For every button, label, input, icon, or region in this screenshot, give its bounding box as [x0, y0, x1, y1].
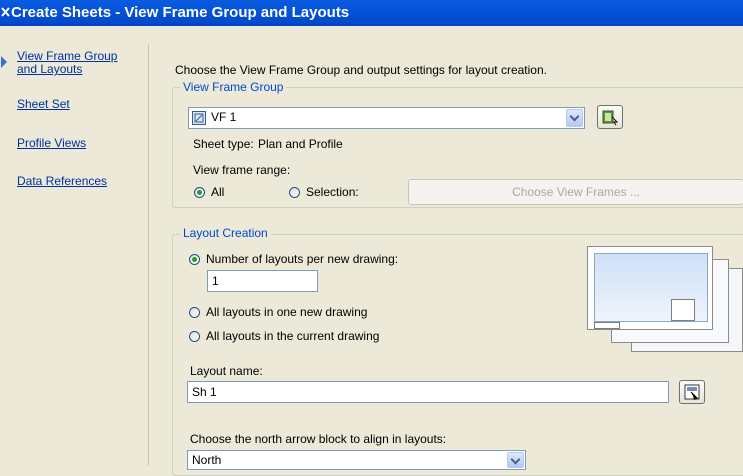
radio-range-all[interactable] [194, 187, 205, 198]
view-frame-icon [192, 111, 206, 125]
choose-view-frames-button[interactable]: Choose View Frames ... [408, 179, 743, 205]
view-frame-group-value: VF 1 [211, 110, 237, 124]
current-step-arrow-icon [1, 56, 7, 68]
window-title: Create Sheets - View Frame Group and Lay… [11, 4, 350, 21]
radio-layouts-per-drawing[interactable] [189, 254, 200, 265]
intro-text: Choose the View Frame Group and output s… [175, 63, 547, 77]
sheet-illustration-front [587, 246, 713, 330]
name-template-icon [684, 384, 700, 401]
layout-name-label: Layout name: [190, 364, 263, 378]
chevron-down-icon[interactable] [566, 109, 583, 127]
view-frame-range-label: View frame range: [193, 163, 291, 177]
layout-name-template-button[interactable] [679, 380, 705, 404]
north-arrow-label: Choose the north arrow block to align in… [190, 432, 447, 446]
sheet-type-label: Sheet type: [193, 137, 254, 151]
view-frame-group-label: View Frame Group [180, 80, 287, 94]
sheet-type-value: Plan and Profile [258, 137, 343, 151]
radio-all-in-one-drawing-label[interactable]: All layouts in one new drawing [206, 305, 367, 319]
north-arrow-dropdown[interactable]: North [187, 450, 526, 470]
radio-all-in-current-drawing[interactable] [189, 331, 200, 342]
nav-item-profile-views[interactable]: Profile Views [17, 137, 137, 150]
radio-range-all-label[interactable]: All [211, 185, 224, 199]
north-arrow-value: North [192, 453, 222, 467]
nav-item-sheet-set[interactable]: Sheet Set [17, 98, 137, 111]
radio-all-in-current-drawing-label[interactable]: All layouts in the current drawing [206, 329, 379, 343]
layout-name-input[interactable]: Sh 1 [187, 381, 669, 403]
radio-range-selection[interactable] [289, 187, 300, 198]
title-bar: Create Sheets - View Frame Group and Lay… [0, 0, 743, 26]
view-frame-group-dropdown[interactable]: VF 1 [188, 107, 585, 129]
radio-range-selection-label[interactable]: Selection: [306, 185, 359, 199]
app-icon [1, 7, 10, 17]
layouts-per-drawing-value: 1 [212, 274, 219, 288]
layout-creation-label: Layout Creation [180, 226, 271, 240]
layouts-per-drawing-input[interactable]: 1 [207, 270, 318, 292]
layout-name-value: Sh 1 [192, 385, 217, 399]
pick-view-frame-button[interactable] [597, 105, 623, 129]
pick-from-drawing-icon [602, 110, 619, 126]
radio-all-in-one-drawing[interactable] [189, 307, 200, 318]
nav-item-view-frame-group[interactable]: View Frame Group and Layouts [17, 50, 137, 76]
radio-layouts-per-drawing-label[interactable]: Number of layouts per new drawing: [206, 252, 398, 266]
nav-divider [148, 44, 149, 466]
nav-item-data-references[interactable]: Data References [17, 175, 137, 188]
wizard-nav: View Frame Group and Layouts Sheet Set P… [0, 26, 148, 466]
